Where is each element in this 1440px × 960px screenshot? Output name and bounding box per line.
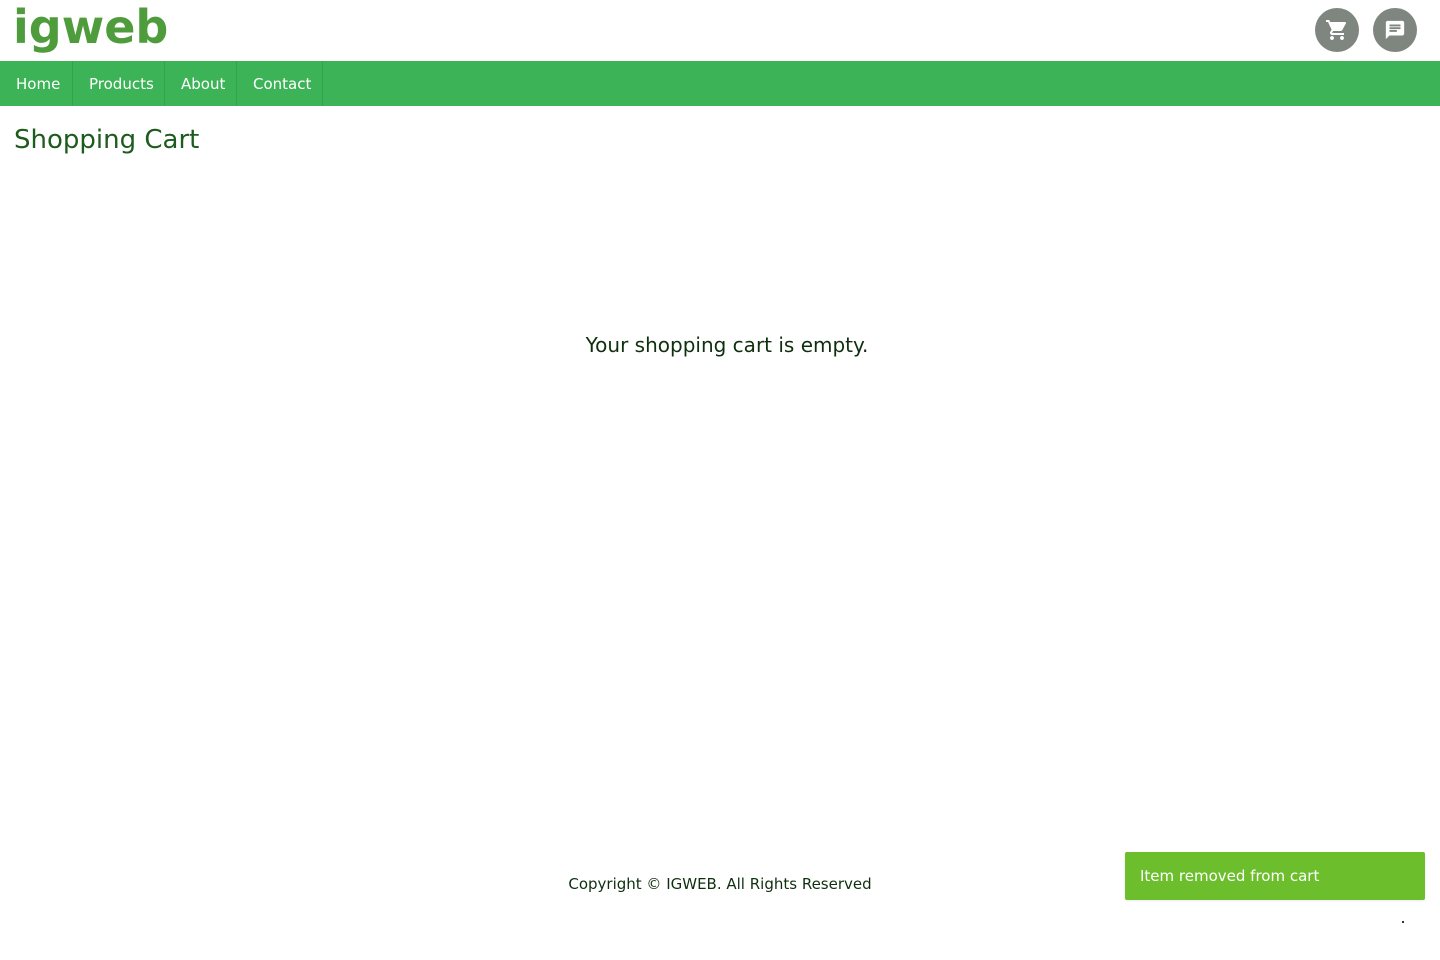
site-logo[interactable]: igweb — [13, 0, 168, 57]
toast-message: Item removed from cart — [1140, 867, 1320, 885]
nav-item-products[interactable]: Products — [73, 61, 165, 106]
shopping-cart-icon — [1326, 20, 1347, 40]
chat-button[interactable] — [1373, 8, 1417, 52]
nav-item-contact[interactable]: Contact — [237, 61, 323, 106]
empty-cart-message: Your shopping cart is empty. — [585, 333, 869, 357]
toast-notification[interactable]: Item removed from cart — [1125, 852, 1425, 900]
site-header: igweb — [0, 0, 1440, 61]
decorative-dot — [1402, 921, 1404, 923]
page-title: Shopping Cart — [14, 125, 200, 155]
nav-item-home[interactable]: Home — [0, 61, 73, 106]
chat-icon — [1385, 20, 1405, 40]
nav-item-about[interactable]: About — [165, 61, 237, 106]
shopping-cart-button[interactable] — [1315, 8, 1359, 52]
main-nav: Home Products About Contact — [0, 61, 1440, 106]
